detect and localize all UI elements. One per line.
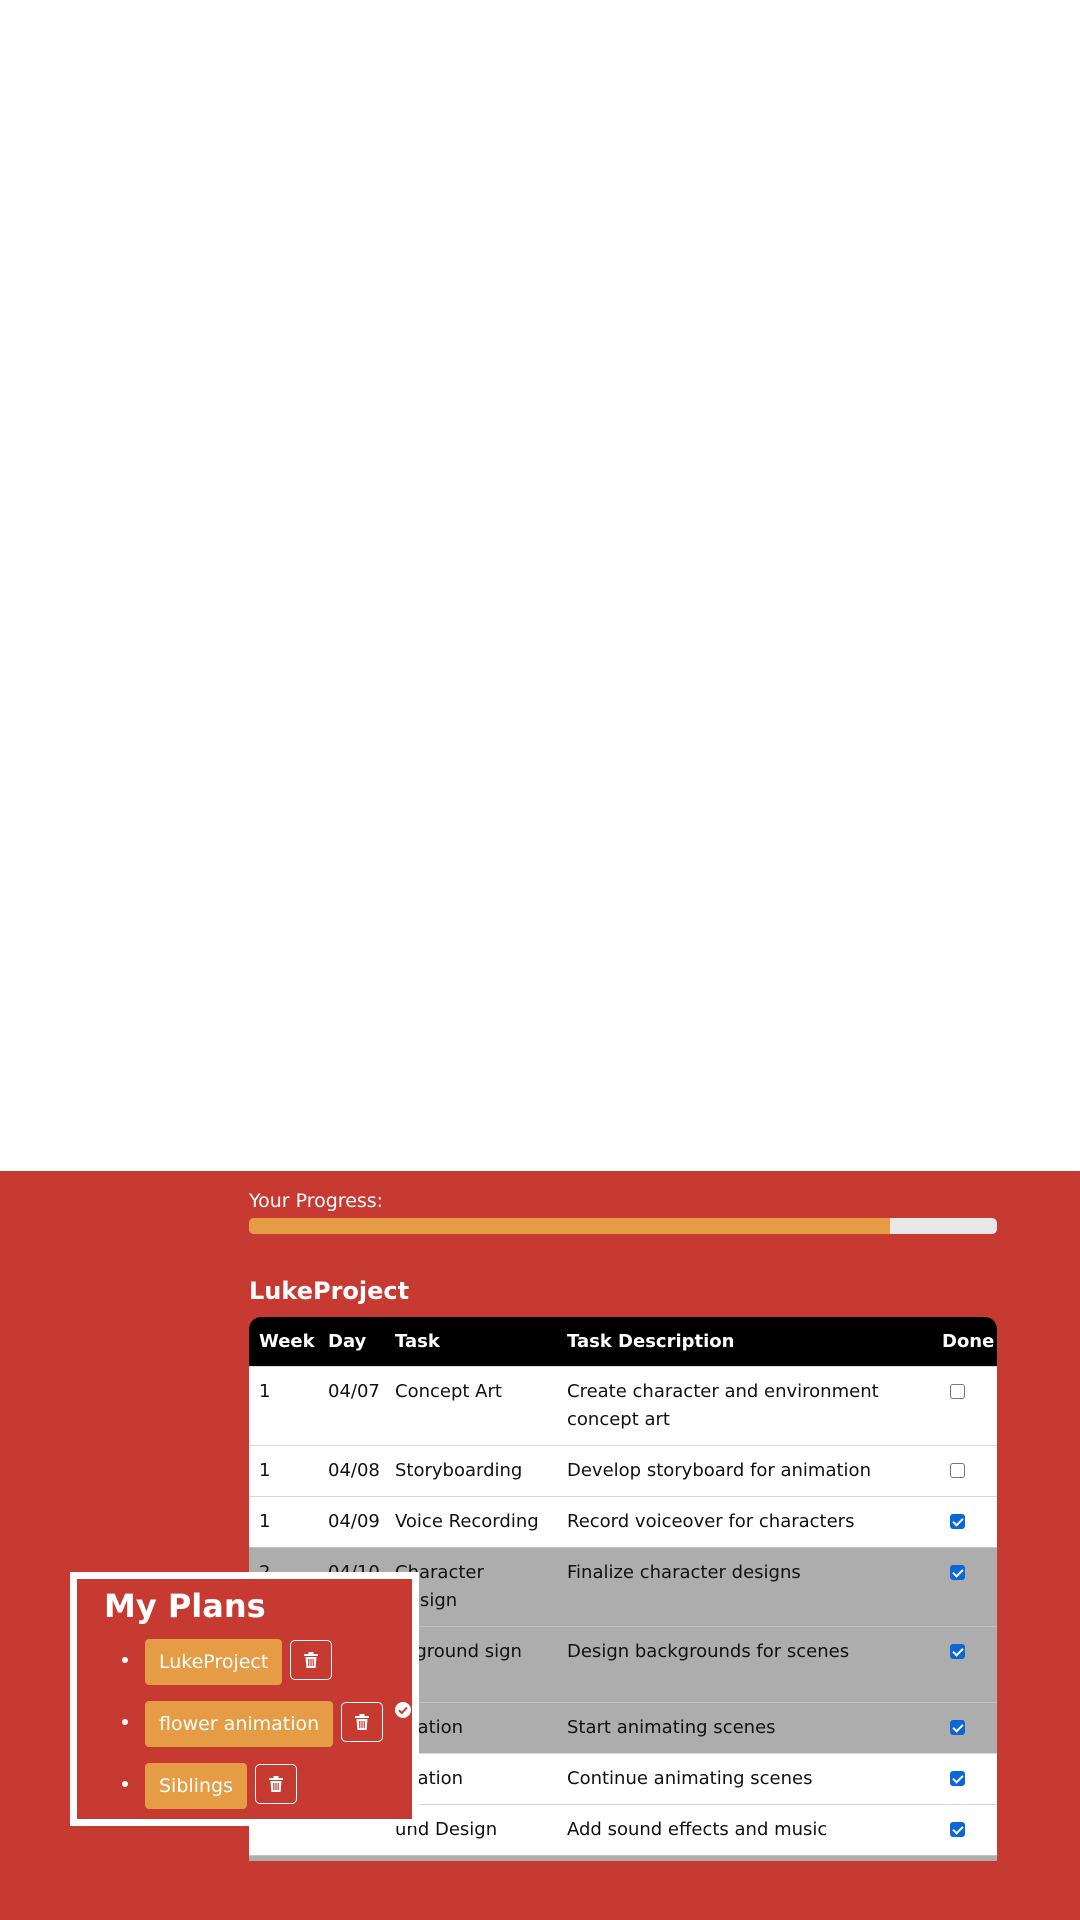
completed-check-icon bbox=[395, 1702, 411, 1718]
done-cell bbox=[932, 1854, 997, 1861]
done-checkbox[interactable] bbox=[950, 1383, 965, 1399]
column-header-done: Done bbox=[942, 1330, 995, 1352]
description-cell: Start animating scenes bbox=[557, 1701, 932, 1753]
column-header-task: Task bbox=[395, 1330, 440, 1352]
description-cell: Edit animation together bbox=[557, 1854, 932, 1861]
task-cell: Concept Art bbox=[385, 1365, 557, 1445]
plan-title: LukeProject bbox=[249, 1277, 410, 1305]
my-plans-panel: My Plans LukeProject flower animation Si… bbox=[70, 1572, 419, 1826]
trash-icon bbox=[269, 1776, 283, 1792]
bullet-icon bbox=[122, 1719, 128, 1725]
trash-icon bbox=[355, 1714, 369, 1730]
description-cell: Finalize character designs bbox=[557, 1546, 932, 1626]
table-header-row: Week Day Task Task Description Done bbox=[249, 1317, 997, 1366]
delete-plan-button[interactable] bbox=[290, 1640, 332, 1680]
description-cell: Develop storyboard for animation bbox=[557, 1444, 932, 1496]
done-cell bbox=[932, 1625, 997, 1702]
day-cell: 04/08 bbox=[318, 1444, 385, 1496]
column-header-week: Week bbox=[259, 1330, 315, 1352]
done-checkbox[interactable] bbox=[950, 1770, 965, 1786]
my-plans-title: My Plans bbox=[104, 1587, 266, 1625]
done-cell bbox=[932, 1365, 997, 1445]
done-checkbox[interactable] bbox=[950, 1719, 965, 1735]
task-cell: Voice Recording bbox=[385, 1495, 557, 1547]
week-cell: 1 bbox=[249, 1495, 318, 1547]
column-header-day: Day bbox=[328, 1330, 367, 1352]
description-cell: Continue animating scenes bbox=[557, 1752, 932, 1804]
delete-plan-button[interactable] bbox=[255, 1764, 297, 1804]
bullet-icon bbox=[122, 1657, 128, 1663]
description-cell: Design backgrounds for scenes bbox=[557, 1625, 932, 1702]
task-cell: iting bbox=[385, 1854, 557, 1861]
done-cell bbox=[932, 1803, 997, 1855]
done-checkbox[interactable] bbox=[950, 1564, 965, 1580]
table-row: 1 04/08 Storyboarding Develop storyboard fo… bbox=[249, 1444, 997, 1496]
week-cell: 1 bbox=[249, 1365, 318, 1445]
done-cell bbox=[932, 1495, 997, 1547]
done-checkbox[interactable] bbox=[950, 1462, 965, 1478]
plan-button-lukeproject[interactable]: LukeProject bbox=[145, 1639, 283, 1685]
delete-plan-button[interactable] bbox=[341, 1702, 383, 1742]
bullet-icon bbox=[122, 1781, 128, 1787]
description-cell: Record voiceover for characters bbox=[557, 1495, 932, 1547]
week-cell: 1 bbox=[249, 1444, 318, 1496]
done-checkbox[interactable] bbox=[950, 1643, 965, 1659]
done-cell bbox=[932, 1444, 997, 1496]
done-checkbox[interactable] bbox=[950, 1513, 965, 1529]
trash-icon bbox=[304, 1652, 318, 1668]
description-cell: Add sound effects and music bbox=[557, 1803, 932, 1855]
table-row: itingEdit animation together bbox=[249, 1854, 997, 1861]
day-cell: 04/09 bbox=[318, 1495, 385, 1547]
description-cell: Create character and environment concept… bbox=[557, 1365, 932, 1445]
plan-list-item: Siblings bbox=[77, 1763, 412, 1809]
progress-bar-fill bbox=[249, 1218, 891, 1234]
done-checkbox[interactable] bbox=[950, 1821, 965, 1837]
day-cell bbox=[318, 1854, 385, 1861]
done-cell bbox=[932, 1546, 997, 1626]
page: Your Progress: LukeProject Week Day Task… bbox=[0, 0, 1080, 1920]
table-row: 1 04/09 Voice Recording Record voiceover fo… bbox=[249, 1495, 997, 1547]
task-cell: Storyboarding bbox=[385, 1444, 557, 1496]
table-row: 1 04/07 Concept Art Create character and en… bbox=[249, 1365, 997, 1445]
progress-bar bbox=[249, 1218, 997, 1234]
done-cell bbox=[932, 1701, 997, 1753]
plan-list-item: flower animation bbox=[77, 1701, 412, 1747]
day-cell: 04/07 bbox=[318, 1365, 385, 1445]
done-cell bbox=[932, 1752, 997, 1804]
column-header-description: Task Description bbox=[567, 1330, 735, 1352]
progress-label: Your Progress: bbox=[249, 1190, 384, 1212]
plan-button-flower-animation[interactable]: flower animation bbox=[145, 1701, 334, 1747]
plan-list-item: LukeProject bbox=[77, 1639, 412, 1685]
week-cell bbox=[249, 1854, 318, 1861]
plan-button-siblings[interactable]: Siblings bbox=[145, 1763, 247, 1809]
